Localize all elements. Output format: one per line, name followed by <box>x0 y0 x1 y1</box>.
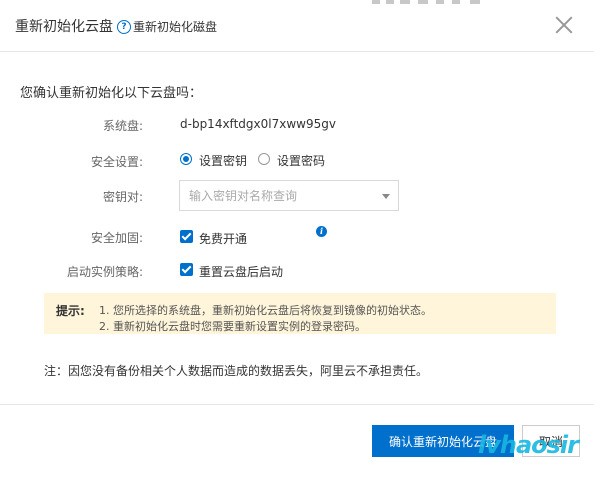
radio-set-key[interactable] <box>180 153 192 165</box>
start-policy-checkbox-label[interactable]: 重置云盘后启动 <box>199 263 283 280</box>
tip-line: 2. 重新初始化云盘时您需要重新设置实例的登录密码。 <box>99 320 366 333</box>
footer-divider <box>0 404 594 405</box>
security-setting-label: 安全设置: <box>90 155 143 169</box>
key-pair-label: 密钥对: <box>102 190 143 204</box>
chevron-down-icon[interactable] <box>382 194 390 199</box>
help-link[interactable]: 重新初始化磁盘 <box>133 18 217 35</box>
system-disk-label: 系统盘: <box>102 119 143 133</box>
security-hardening-label: 安全加固: <box>90 231 143 245</box>
security-hardening-checkbox-label[interactable]: 免费开通 <box>199 230 247 247</box>
help-icon[interactable]: ? <box>117 20 131 34</box>
start-policy-label: 启动实例策略: <box>66 265 143 279</box>
tip-label: 提示: <box>56 304 85 318</box>
dialog-title: 重新初始化云盘 <box>15 19 113 35</box>
key-pair-search-input[interactable] <box>180 181 379 210</box>
radio-set-password-label[interactable]: 设置密码 <box>277 152 325 169</box>
start-policy-checkbox[interactable] <box>180 263 193 276</box>
tip-box: 提示: 1. 您所选择的系统盘，重新初始化云盘后将恢复到镜像的初始状态。 2. … <box>44 293 556 334</box>
dialog-header: 重新初始化云盘 ? 重新初始化磁盘 <box>0 0 594 52</box>
disclaimer-note: 注：因您没有备份相关个人数据而造成的数据丢失，阿里云不承担责任。 <box>44 364 429 378</box>
radio-set-password[interactable] <box>258 153 270 165</box>
close-icon[interactable] <box>553 14 575 36</box>
watermark-logo: lvhaosir <box>478 431 579 459</box>
radio-set-key-label[interactable]: 设置密钥 <box>199 152 247 169</box>
security-hardening-checkbox[interactable] <box>180 230 193 243</box>
info-icon[interactable]: i <box>316 226 327 237</box>
confirm-question: 您确认重新初始化以下云盘吗： <box>20 86 203 101</box>
system-disk-value: d-bp14xftdgx0l7xww95gv <box>180 117 336 131</box>
key-pair-select[interactable] <box>179 180 399 211</box>
tip-line: 1. 您所选择的系统盘，重新初始化云盘后将恢复到镜像的初始状态。 <box>99 304 432 317</box>
